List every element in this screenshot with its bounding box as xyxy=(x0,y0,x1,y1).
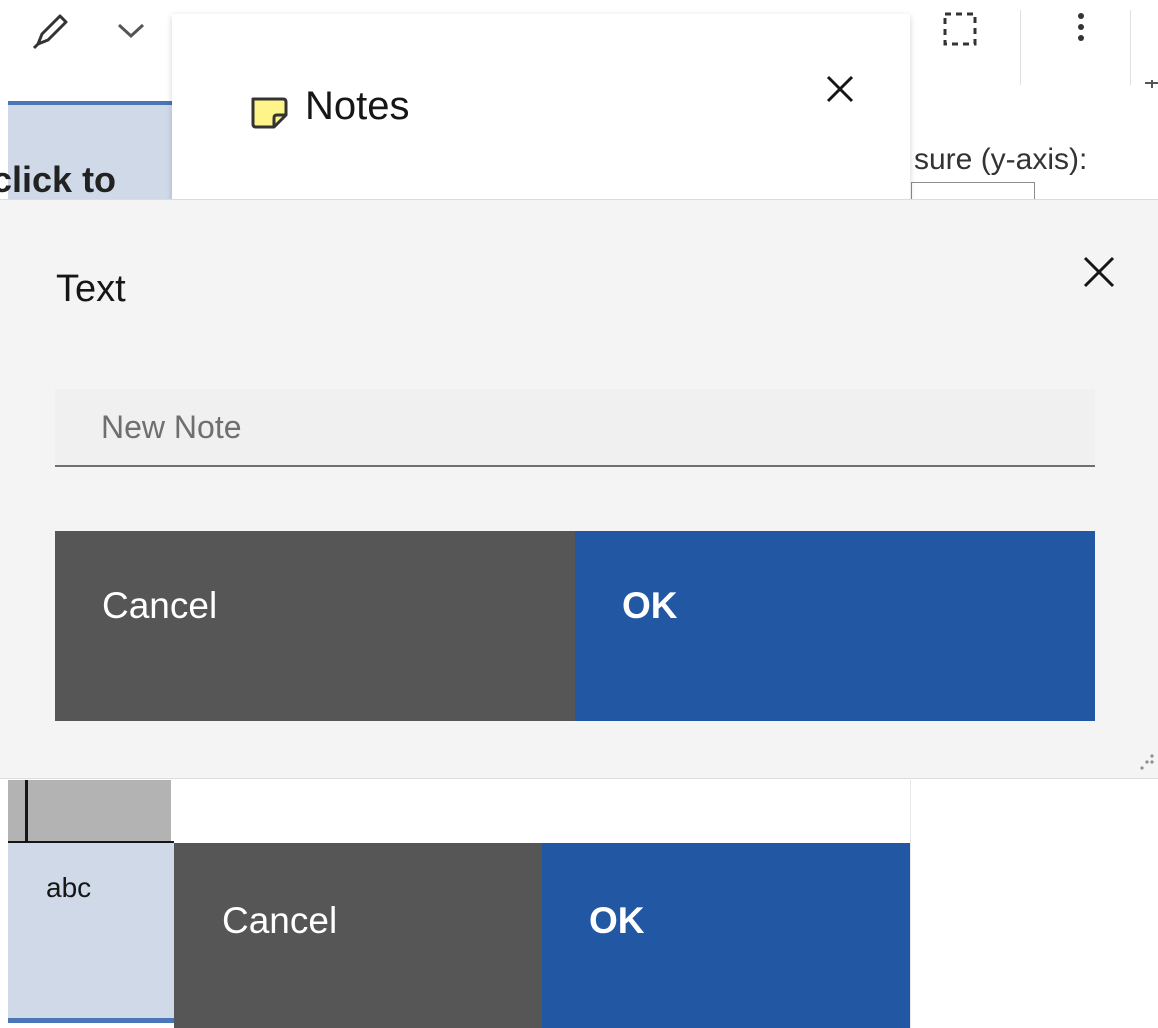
resize-handle-icon[interactable] xyxy=(1140,748,1156,774)
select-region-icon[interactable] xyxy=(941,10,981,50)
toolbar-divider xyxy=(1130,10,1131,85)
ok-button[interactable]: OK xyxy=(575,531,1095,721)
notes-panel: Notes xyxy=(172,14,910,204)
grid-cursor-line xyxy=(25,780,28,842)
grid-header-cell xyxy=(8,780,171,842)
screen: click to sure (y-axis): Notes Text Cance… xyxy=(0,0,1158,1028)
close-icon[interactable] xyxy=(1077,250,1121,294)
grid-cell-text: abc xyxy=(46,872,92,903)
overflow-menu-icon[interactable] xyxy=(1071,8,1091,48)
cancel-button[interactable]: Cancel xyxy=(55,531,575,721)
panel-edge xyxy=(910,780,911,1028)
toolbar-divider xyxy=(1020,10,1021,85)
note-text-input[interactable] xyxy=(55,389,1095,467)
dialog-title: Text xyxy=(56,268,126,310)
toolbar-edge-tick xyxy=(1151,80,1153,88)
chevron-down-icon[interactable] xyxy=(116,22,146,40)
background-cancel-button[interactable]: Cancel xyxy=(174,843,542,1028)
notes-title: Notes xyxy=(305,84,410,128)
canvas-placeholder-text: click to xyxy=(0,159,117,197)
note-icon xyxy=(251,97,288,129)
text-dialog: Text Cancel OK xyxy=(0,199,1158,779)
close-icon[interactable] xyxy=(820,69,860,109)
measure-y-axis-label: sure (y-axis): xyxy=(914,143,1088,176)
pen-icon[interactable] xyxy=(30,10,72,50)
background-ok-button[interactable]: OK xyxy=(542,843,910,1028)
grid-cell[interactable] xyxy=(8,843,174,1023)
measure-y-axis-field[interactable] xyxy=(911,182,1035,200)
